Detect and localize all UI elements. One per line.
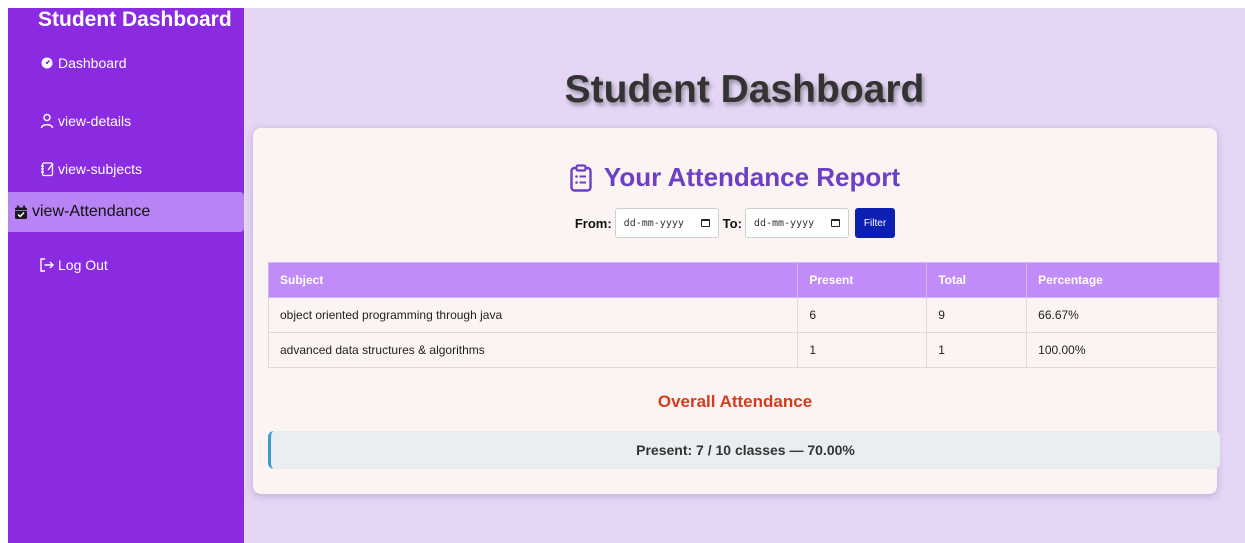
column-header-total: Total <box>926 262 1028 298</box>
report-title: Your Attendance Report <box>603 162 901 192</box>
percentage-cell: 66.67% <box>1026 297 1220 333</box>
column-header-percentage: Percentage <box>1026 262 1220 298</box>
attendance-report-card: Your Attendance Report From: dd-mm-yyyy … <box>253 128 1220 494</box>
column-header-present: Present <box>797 262 928 298</box>
overall-attendance-summary: Present: 7 / 10 classes — 70.00% <box>268 431 1220 469</box>
app-frame: Student Dashboard Dashboard view-details… <box>8 8 1245 543</box>
attendance-table: Subject Present Total Percentage object … <box>267 262 1220 368</box>
sidebar-item-label: Dashboard <box>58 55 127 71</box>
from-date-input[interactable]: dd-mm-yyyy <box>614 208 719 238</box>
table-header-row: Subject Present Total Percentage <box>267 262 1220 298</box>
to-date-value: dd-mm-yyyy <box>753 217 815 229</box>
sidebar-item-view-attendance[interactable]: view-Attendance <box>8 192 244 232</box>
overall-attendance-title: Overall Attendance <box>657 392 813 411</box>
page-title: Student Dashboard <box>564 68 925 111</box>
calendar-icon[interactable] <box>830 219 840 227</box>
main-content: Student Dashboard Your Attendance Report… <box>244 8 1245 543</box>
dashboard-icon <box>38 54 56 72</box>
sidebar-item-label: Log Out <box>58 257 108 273</box>
subject-cell: advanced data structures & algorithms <box>267 332 799 368</box>
sidebar-item-log-out[interactable]: Log Out <box>8 252 244 278</box>
sidebar-item-label: view-subjects <box>58 161 143 177</box>
table-row: object oriented programming through java… <box>267 297 1220 333</box>
total-cell: 1 <box>926 332 1028 368</box>
clipboard-list-icon <box>570 163 592 192</box>
present-cell: 6 <box>797 297 928 333</box>
report-heading: Your Attendance Report <box>253 162 1217 193</box>
from-label: From: <box>574 215 612 231</box>
to-label: To: <box>722 215 742 231</box>
total-cell: 9 <box>926 297 1028 333</box>
user-icon <box>38 112 56 130</box>
table-row: advanced data structures & algorithms 1 … <box>267 332 1220 368</box>
sidebar-item-view-details[interactable]: view-details <box>8 108 244 134</box>
sidebar-item-label: view-Attendance <box>32 203 151 220</box>
to-date-input[interactable]: dd-mm-yyyy <box>744 208 849 238</box>
logout-icon <box>38 256 56 274</box>
sidebar-item-dashboard[interactable]: Dashboard <box>8 52 244 74</box>
sidebar: Student Dashboard Dashboard view-details… <box>8 8 244 543</box>
column-header-subject: Subject <box>267 262 799 298</box>
from-date-value: dd-mm-yyyy <box>623 217 684 229</box>
calendar-icon[interactable] <box>700 219 710 227</box>
sidebar-item-label: view-details <box>58 113 132 129</box>
sidebar-item-view-subjects[interactable]: view-subjects <box>8 156 244 182</box>
present-cell: 1 <box>797 332 928 368</box>
calendar-check-icon <box>12 203 30 221</box>
filter-button[interactable]: Filter <box>854 208 896 238</box>
notebook-icon <box>38 160 56 178</box>
subject-cell: object oriented programming through java <box>267 297 799 333</box>
sidebar-brand: Student Dashboard <box>38 8 232 31</box>
percentage-cell: 100.00% <box>1026 332 1220 368</box>
date-filter: From: dd-mm-yyyy To: dd-mm-yyyy Filter <box>253 208 1217 238</box>
